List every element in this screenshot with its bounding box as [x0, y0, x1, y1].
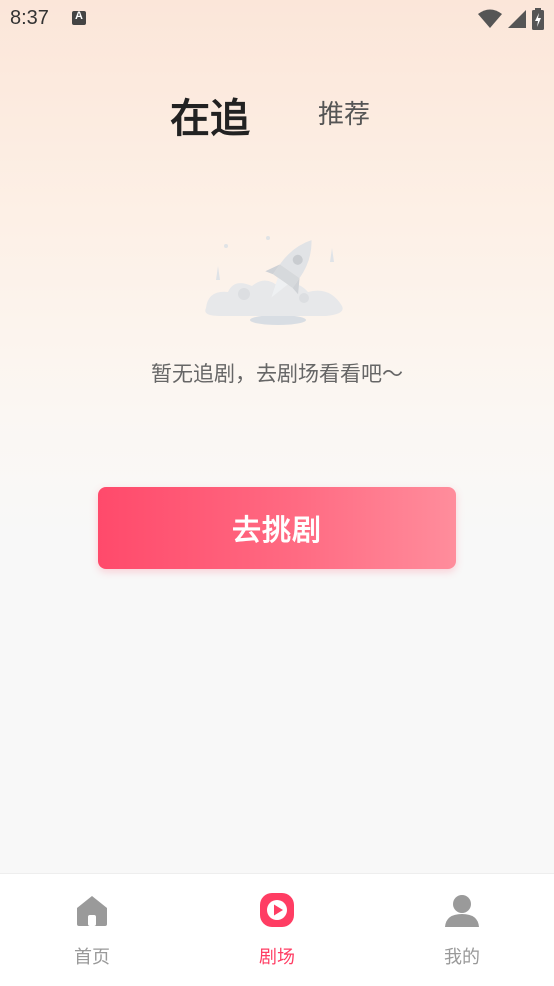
bottom-nav: 首页 剧场 我的 — [0, 873, 554, 986]
nav-item-theater[interactable]: 剧场 — [217, 874, 337, 986]
empty-state-message: 暂无追剧，去剧场看看吧～ — [151, 362, 403, 386]
status-bar: 8:37 — [0, 0, 554, 38]
home-icon — [77, 896, 107, 926]
top-tabs: 在追 推荐 — [0, 80, 554, 142]
tab-recommend[interactable]: 推荐 — [318, 94, 370, 131]
status-icons — [478, 8, 544, 30]
signal-icon — [508, 10, 526, 28]
nav-item-profile[interactable]: 我的 — [402, 874, 522, 986]
browse-dramas-button[interactable]: 去挑剧 — [98, 487, 456, 569]
nav-label-profile: 我的 — [444, 947, 480, 968]
wifi-icon — [478, 9, 502, 28]
nav-label-theater: 剧场 — [259, 947, 295, 968]
battery-charging-icon — [532, 8, 544, 30]
rocket-illustration — [205, 236, 343, 325]
nav-item-home[interactable]: 首页 — [32, 874, 152, 986]
tab-following[interactable]: 在追 — [170, 86, 250, 144]
play-icon — [260, 893, 294, 927]
notification-a-icon — [72, 10, 86, 25]
user-icon — [445, 895, 479, 927]
nav-label-home: 首页 — [74, 947, 110, 968]
browse-dramas-button-label: 去挑剧 — [231, 513, 322, 547]
status-time: 8:37 — [10, 7, 49, 29]
